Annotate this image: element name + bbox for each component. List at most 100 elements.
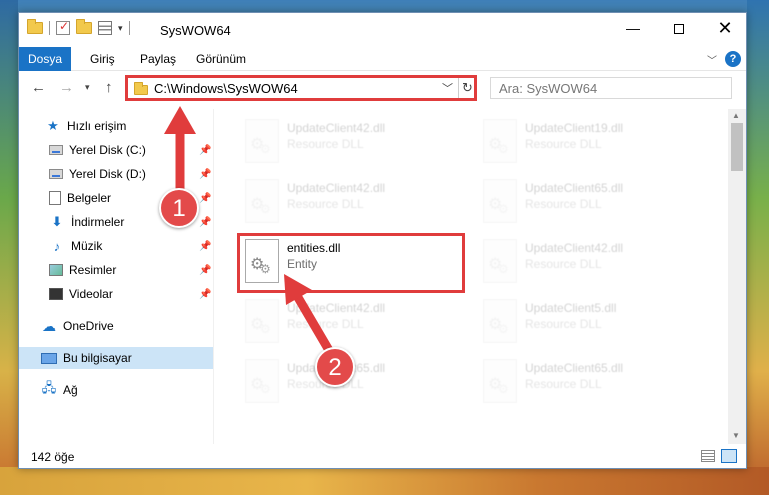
star-icon: ★ (47, 118, 59, 133)
list-item[interactable]: UpdateClient42.dll Resource DLL (475, 233, 705, 289)
music-icon: ♪ (53, 238, 61, 254)
sidebar-item-label: Yerel Disk (D:) (69, 167, 146, 181)
quick-access-toolbar: ▾ (27, 19, 130, 35)
address-dropdown-chevron-icon[interactable]: ﹀ (442, 80, 453, 96)
address-bar[interactable]: C:\Windows\SysWOW64 ﹀ ↻ (125, 75, 477, 101)
scroll-up-icon[interactable]: ▲ (732, 111, 740, 120)
sidebar-item-onedrive[interactable]: ☁ OneDrive (19, 315, 213, 337)
scroll-down-icon[interactable]: ▼ (732, 431, 740, 440)
dll-file-icon (483, 119, 517, 163)
file-list: UpdateClient42.dll Resource DLL UpdateCl… (215, 109, 727, 444)
file-name: UpdateClient42.dll (287, 181, 386, 195)
list-item[interactable]: UpdateClient65.dll Resource DLL (475, 173, 705, 229)
sidebar-item-network[interactable]: 🖧 Ağ (19, 379, 213, 401)
list-item[interactable]: UpdateClient42.dll Resource DLL (237, 293, 467, 349)
pin-icon[interactable]: 📌 (199, 289, 211, 300)
network-icon: 🖧 (41, 380, 57, 395)
search-input[interactable]: Ara: SysWOW64 (490, 77, 732, 99)
dll-file-icon (483, 299, 517, 343)
pin-icon[interactable]: 📌 (199, 145, 211, 156)
selected-file-entities-dll[interactable]: entities.dll Entity (237, 233, 465, 293)
pictures-icon (49, 264, 63, 276)
file-type: Resource DLL (287, 197, 364, 211)
tab-home[interactable]: Giriş (81, 47, 124, 71)
up-arrow-icon[interactable]: ↑ (105, 79, 113, 96)
list-item[interactable]: UpdateClient19.dll Resource DLL (475, 113, 705, 169)
sidebar-item-quick-access[interactable]: ★ Hızlı erişim (19, 115, 213, 137)
recent-locations-chevron-icon[interactable]: ▾ (85, 82, 90, 93)
scrollbar-thumb[interactable] (731, 123, 743, 171)
computer-icon (41, 352, 57, 364)
details-view-icon[interactable] (701, 450, 715, 462)
pane-splitter[interactable] (213, 109, 214, 444)
file-name: UpdateClient42.dll (287, 301, 386, 315)
navigation-bar: ← → ▾ ↑ C:\Windows\SysWOW64 ﹀ ↻ Ara: Sys… (19, 73, 746, 105)
videos-icon (49, 288, 63, 300)
file-type: Entity (287, 257, 318, 271)
maximize-button[interactable] (656, 13, 702, 43)
file-type: Resource DLL (525, 317, 602, 331)
refresh-icon[interactable]: ↻ (458, 78, 476, 98)
list-item[interactable]: UpdateClient5.dll Resource DLL (475, 293, 705, 349)
sidebar-item-label: Ağ (63, 383, 78, 397)
close-button[interactable]: ✕ (702, 13, 748, 43)
vertical-scrollbar[interactable]: ▲ ▼ (728, 109, 746, 444)
navigation-pane: ★ Hızlı erişim Yerel Disk (C:) 📌 Yerel D… (19, 109, 213, 444)
tab-share[interactable]: Paylaş (131, 47, 185, 71)
forward-arrow-icon[interactable]: → (59, 79, 74, 96)
file-name: entities.dll (287, 241, 341, 255)
pin-icon[interactable]: 📌 (199, 169, 211, 180)
sidebar-item-label: Hızlı erişim (67, 119, 127, 133)
desktop-background-right (747, 0, 769, 495)
customize-toolbar-chevron-icon[interactable]: ▾ (118, 23, 123, 34)
list-item[interactable]: UpdateClient42.dll Resource DLL (237, 113, 467, 169)
sidebar-item-label: Resimler (69, 263, 117, 277)
pin-icon[interactable]: 📌 (199, 241, 211, 252)
folder-icon (27, 19, 43, 34)
dll-file-icon (483, 359, 517, 403)
step-1-badge: 1 (159, 188, 199, 228)
list-properties-icon[interactable] (98, 21, 112, 35)
sidebar-item-label: Yerel Disk (C:) (69, 143, 146, 157)
tab-file[interactable]: Dosya (19, 47, 71, 71)
minimize-button[interactable]: — (610, 13, 656, 43)
file-type: Resource DLL (287, 317, 364, 331)
pin-icon[interactable]: 📌 (199, 217, 211, 228)
status-bar: 142 öğe (19, 446, 746, 468)
item-count: 142 öğe (31, 450, 75, 464)
cloud-icon: ☁ (42, 317, 56, 334)
back-arrow-icon[interactable]: ← (31, 79, 46, 96)
address-path[interactable]: C:\Windows\SysWOW64 (154, 81, 298, 96)
file-type: Resource DLL (525, 197, 602, 211)
drive-icon (49, 169, 63, 179)
sidebar-item-local-disk-c[interactable]: Yerel Disk (C:) 📌 (19, 139, 213, 161)
file-name: UpdateClient65.dll (525, 181, 624, 195)
sidebar-item-music[interactable]: ♪ Müzik 📌 (19, 235, 213, 257)
file-name: UpdateClient19.dll (525, 121, 624, 135)
expand-ribbon-chevron-icon[interactable]: ﹀ (707, 52, 717, 67)
pin-icon[interactable]: 📌 (199, 265, 211, 276)
new-folder-icon[interactable] (76, 19, 92, 34)
help-icon[interactable]: ? (725, 51, 741, 67)
list-item[interactable]: UpdateClient42.dll Resource DLL (237, 173, 467, 229)
sidebar-item-label: İndirmeler (71, 215, 125, 229)
dll-file-icon (245, 239, 279, 283)
file-type: Resource DLL (525, 257, 602, 271)
large-icons-view-icon[interactable] (721, 449, 737, 463)
window-title: SysWOW64 (160, 23, 231, 38)
file-name: UpdateClient42.dll (525, 241, 624, 255)
step-2-badge: 2 (315, 347, 355, 387)
tab-view[interactable]: Görünüm (187, 47, 255, 71)
dll-file-icon (483, 239, 517, 283)
sidebar-item-videos[interactable]: Videolar 📌 (19, 283, 213, 305)
documents-icon (49, 191, 61, 205)
properties-check-icon[interactable] (56, 19, 70, 35)
sidebar-item-pictures[interactable]: Resimler 📌 (19, 259, 213, 281)
list-item[interactable]: UpdateClient65.dll Resource DLL (475, 353, 705, 409)
sidebar-item-this-pc[interactable]: Bu bilgisayar (19, 347, 213, 369)
sidebar-item-local-disk-d[interactable]: Yerel Disk (D:) 📌 (19, 163, 213, 185)
file-name: UpdateClient65.dll (525, 361, 624, 375)
file-name: UpdateClient5.dll (525, 301, 617, 315)
dll-file-icon (245, 119, 279, 163)
pin-icon[interactable]: 📌 (199, 193, 211, 204)
